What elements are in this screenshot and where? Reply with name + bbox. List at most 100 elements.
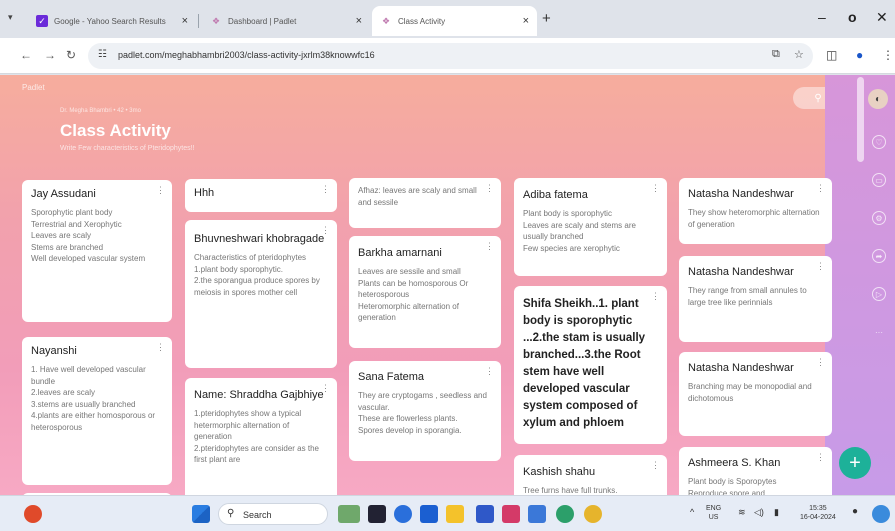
avatar[interactable]: ◐ (868, 89, 888, 109)
language-indicator[interactable]: ENG US (706, 504, 721, 522)
battery-icon[interactable]: ▮ (774, 508, 779, 517)
post-menu-icon[interactable]: ⋮ (321, 184, 330, 195)
share-icon[interactable]: ➦ (872, 249, 886, 263)
close-tab-icon[interactable]: × (356, 15, 362, 27)
close-tab-icon[interactable]: × (182, 15, 188, 27)
settings-icon[interactable]: ⚙ (872, 211, 886, 225)
clock[interactable]: 15:35 16-04-2024 (800, 504, 836, 522)
install-app-icon[interactable]: ⧉ (772, 48, 780, 61)
minimize-button[interactable]: – (818, 9, 826, 25)
copilot-icon[interactable] (872, 505, 890, 523)
close-tab-icon[interactable]: × (523, 15, 529, 27)
post-menu-icon[interactable]: ⋮ (816, 261, 825, 272)
address-bar-row: ← → ↻ ☷ padlet.com/meghabhambri2003/clas… (0, 38, 895, 74)
post-card[interactable]: ⋮ Hhh (185, 179, 337, 212)
post-card[interactable]: ⋮ Bhuvneshwari khobragade Characteristic… (185, 220, 337, 368)
post-menu-icon[interactable]: ⋮ (651, 183, 660, 194)
taskbar-search[interactable]: ⚲ Search (218, 503, 328, 525)
post-card[interactable]: ⋮ Ashmeera S. Khan Plant body is Sporopy… (679, 447, 832, 495)
tab-class-activity[interactable]: ❖ Class Activity × (372, 6, 537, 36)
tab-dashboard-padlet[interactable]: ❖ Dashboard | Padlet × (202, 6, 370, 36)
post-menu-icon[interactable]: ⋮ (156, 185, 165, 196)
site-info-icon[interactable]: ☷ (98, 49, 107, 60)
post-author: Natasha Nandeshwar (688, 362, 794, 374)
notification-icon[interactable]: ● (852, 507, 858, 517)
post-card[interactable]: ⋮ Jay Assudani Sporophytic plant body Te… (22, 180, 172, 322)
post-body: Characteristics of pteridophytes 1.plant… (194, 253, 320, 297)
tab-search-dropdown-icon[interactable]: ▾ (8, 12, 13, 23)
board-author-line: Dr. Megha Bhambri • 42 • 3mo (60, 108, 141, 114)
post-card[interactable]: ⋮ Natasha Nandeshwar They show heteromor… (679, 178, 832, 244)
profile-icon[interactable]: ● (856, 48, 863, 62)
post-menu-icon[interactable]: ⋮ (816, 357, 825, 368)
post-menu-icon[interactable]: ⋮ (816, 183, 825, 194)
post-card[interactable]: ⋮ Kashish shahu Tree furns have full tru… (514, 455, 667, 495)
board-search-button[interactable]: ⚲ (793, 87, 843, 109)
post-menu-icon[interactable]: ⋮ (321, 225, 330, 236)
maximize-button[interactable]: o (848, 9, 857, 25)
post-menu-icon[interactable]: ⋮ (156, 342, 165, 353)
post-card[interactable]: ⋮ Afhaz: leaves are scaly and small and … (349, 178, 501, 228)
store-icon[interactable] (420, 505, 438, 523)
clock-date: 16-04-2024 (800, 514, 836, 521)
post-card[interactable]: ⋮ Adiba fatema Plant body is sporophytic… (514, 178, 667, 276)
menu-kebab-icon[interactable]: ⋮ (882, 48, 894, 62)
post-menu-icon[interactable]: ⋮ (485, 366, 494, 377)
back-button[interactable]: ← (20, 48, 32, 62)
post-card[interactable]: ⋮ Sana Fatema They are cryptogams , seed… (349, 361, 501, 461)
new-tab-button[interactable]: + (542, 10, 551, 27)
url-text: padlet.com/meghabhambri2003/class-activi… (118, 50, 375, 60)
file-explorer-icon[interactable] (446, 505, 464, 523)
post-body: They show heteromorphic alternation of g… (688, 208, 820, 229)
post-card[interactable]: ⋮ Barkha amarnani Leaves are sessile and… (349, 236, 501, 348)
post-menu-icon[interactable]: ⋮ (651, 460, 660, 471)
slideshow-icon[interactable]: ▷ (872, 287, 886, 301)
post-menu-icon[interactable]: ⋮ (816, 452, 825, 463)
post-menu-icon[interactable]: ⋮ (321, 383, 330, 394)
close-window-button[interactable]: ✕ (876, 9, 888, 26)
app-icon[interactable] (476, 505, 494, 523)
like-icon[interactable]: ♡ (872, 135, 886, 149)
post-card[interactable]: ⋮ Natasha Nandeshwar Branching may be mo… (679, 352, 832, 436)
post-menu-icon[interactable]: ⋮ (485, 183, 494, 194)
chevron-up-icon[interactable]: ^ (690, 508, 694, 517)
post-card[interactable]: ⋮ (22, 493, 172, 495)
padlet-board: Padlet Dr. Megha Bhambri • 42 • 3mo Clas… (0, 75, 895, 495)
post-menu-icon[interactable]: ⋮ (485, 241, 494, 252)
bookmark-star-icon[interactable]: ☆ (794, 48, 804, 61)
comment-icon[interactable]: ▭ (872, 173, 886, 187)
reload-button[interactable]: ↻ (66, 48, 76, 62)
volume-icon[interactable]: ◁) (754, 508, 764, 517)
edge-icon[interactable] (556, 505, 574, 523)
chrome-icon[interactable] (584, 505, 602, 523)
post-card[interactable]: ⋮ Shifa Sheikh..1. plant body is sporoph… (514, 286, 667, 444)
board-title: Class Activity (60, 121, 171, 140)
sidebar-scrollbar[interactable] (857, 77, 864, 162)
yahoo-favicon-icon: ✓ (36, 15, 48, 27)
app-icon[interactable] (502, 505, 520, 523)
widgets-icon[interactable] (338, 505, 360, 523)
add-post-button[interactable]: + (839, 447, 871, 479)
more-icon[interactable]: ··· (872, 325, 886, 339)
forward-button[interactable]: → (44, 48, 56, 62)
post-author: Natasha Nandeshwar (688, 188, 794, 200)
post-body: Branching may be monopodial and dichotom… (688, 382, 812, 403)
tab-yahoo-search[interactable]: ✓ Google - Yahoo Search Results × (28, 6, 196, 36)
post-card[interactable]: ⋮ Natasha Nandeshwar They range from sma… (679, 256, 832, 342)
wifi-icon[interactable]: ≋ (738, 508, 746, 517)
extensions-icon[interactable]: ◫ (826, 48, 837, 62)
post-menu-icon[interactable]: ⋮ (651, 291, 660, 302)
browser-tab-strip: ▾ ✓ Google - Yahoo Search Results × ❖ Da… (0, 0, 895, 38)
padlet-brand[interactable]: Padlet (22, 83, 45, 92)
post-author: Natasha Nandeshwar (688, 266, 794, 278)
weather-widget-icon[interactable] (24, 505, 42, 523)
chat-icon[interactable] (394, 505, 412, 523)
post-card[interactable]: ⋮ Name: Shraddha Gajbhiye 1.pteridophyte… (185, 378, 337, 495)
post-card[interactable]: ⋮ Nayanshi 1. Have well developed vascul… (22, 337, 172, 485)
windows-start-icon[interactable] (192, 505, 210, 523)
post-body: 1. Have well developed vascular bundle 2… (31, 365, 156, 432)
outlook-icon[interactable] (528, 505, 546, 523)
search-icon: ⚲ (227, 508, 235, 519)
omnibox[interactable]: ☷ padlet.com/meghabhambri2003/class-acti… (88, 43, 813, 69)
task-view-icon[interactable] (368, 505, 386, 523)
